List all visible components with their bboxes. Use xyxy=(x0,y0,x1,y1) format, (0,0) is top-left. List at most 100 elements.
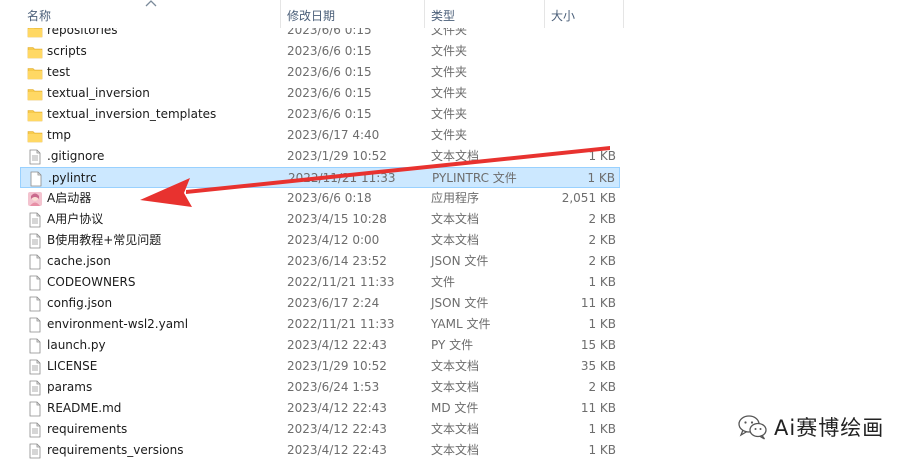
file-type: 文本文档 xyxy=(431,212,480,226)
file-name: LICENSE xyxy=(47,359,98,373)
file-type: YAML 文件 xyxy=(431,317,491,331)
text-file-icon xyxy=(27,359,43,375)
file-type: PY 文件 xyxy=(431,338,474,352)
file-size: 1 KB xyxy=(588,443,616,457)
text-file-icon xyxy=(27,233,43,249)
column-divider[interactable] xyxy=(424,0,425,28)
column-size-header[interactable]: 大小 xyxy=(551,0,575,28)
file-row[interactable]: LICENSE 2023/1/29 10:52 文本文档 35 KB xyxy=(20,356,620,377)
file-date: 2023/6/17 2:24 xyxy=(287,296,380,310)
file-size: 11 KB xyxy=(580,296,616,310)
column-date-header[interactable]: 修改日期 xyxy=(287,0,335,28)
file-type: JSON 文件 xyxy=(431,254,489,268)
file-type: PYLINTRC 文件 xyxy=(432,171,517,185)
file-size: 15 KB xyxy=(580,338,616,352)
file-row[interactable]: B使用教程+常见问题 2023/4/12 0:00 文本文档 2 KB xyxy=(20,230,620,251)
file-row[interactable]: params 2023/6/24 1:53 文本文档 2 KB xyxy=(20,377,620,398)
file-date: 2023/4/15 10:28 xyxy=(287,212,387,226)
app-icon xyxy=(27,191,43,207)
column-name-header[interactable]: 名称 xyxy=(27,0,51,28)
file-date: 2023/4/12 22:43 xyxy=(287,401,387,415)
file-name: requirements xyxy=(47,422,128,436)
file-size: 35 KB xyxy=(580,359,616,373)
file-icon xyxy=(27,275,43,291)
file-date: 2023/6/6 0:15 xyxy=(287,44,372,58)
file-row[interactable]: environment-wsl2.yaml 2022/11/21 11:33 YAM… xyxy=(20,314,620,335)
file-size: 2 KB xyxy=(588,212,616,226)
file-row[interactable]: launch.py 2023/4/12 22:43 PY 文件 15 KB xyxy=(20,335,620,356)
file-size: 1 KB xyxy=(588,275,616,289)
file-date: 2023/6/6 0:15 xyxy=(287,86,372,100)
file-date: 2023/6/14 23:52 xyxy=(287,254,387,268)
file-type: 文件夹 xyxy=(431,128,468,142)
file-icon xyxy=(27,317,43,333)
file-row[interactable]: A启动器 2023/6/6 0:18 应用程序 2,051 KB xyxy=(20,188,620,209)
column-header: 名称 修改日期 类型 大小 xyxy=(0,0,624,28)
file-row[interactable]: textual_inversion_templates 2023/6/6 0:15… xyxy=(20,104,620,125)
file-date: 2023/4/12 0:00 xyxy=(287,233,380,247)
file-date: 2023/4/12 22:43 xyxy=(287,422,387,436)
sort-ascending-icon xyxy=(145,0,157,7)
column-type-header[interactable]: 类型 xyxy=(431,0,455,28)
file-name: A用户协议 xyxy=(47,212,104,226)
column-divider[interactable] xyxy=(544,0,545,28)
file-type: 文本文档 xyxy=(431,443,480,457)
file-row[interactable]: test 2023/6/6 0:15 文件夹 xyxy=(20,62,620,83)
file-name: cache.json xyxy=(47,254,111,268)
file-row[interactable]: config.json 2023/6/17 2:24 JSON 文件 11 KB xyxy=(20,293,620,314)
file-type: 文本文档 xyxy=(431,422,480,436)
file-date: 2023/1/29 10:52 xyxy=(287,149,387,163)
file-name: .pylintrc xyxy=(48,171,97,185)
file-row[interactable]: textual_inversion 2023/6/6 0:15 文件夹 xyxy=(20,83,620,104)
text-file-icon xyxy=(27,422,43,438)
file-name: launch.py xyxy=(47,338,106,352)
column-divider[interactable] xyxy=(280,0,281,28)
folder-icon xyxy=(27,128,43,144)
file-date: 2023/6/6 0:18 xyxy=(287,191,372,205)
file-type: 文件 xyxy=(431,275,456,289)
file-name: params xyxy=(47,380,93,394)
file-row[interactable]: CODEOWNERS 2022/11/21 11:33 文件 1 KB xyxy=(20,272,620,293)
file-row[interactable]: scripts 2023/6/6 0:15 文件夹 xyxy=(20,41,620,62)
text-file-icon xyxy=(27,443,43,459)
file-type: 文本文档 xyxy=(431,149,480,163)
file-icon xyxy=(27,401,43,417)
file-row[interactable]: requirements_versions 2023/4/12 22:43 文本文档… xyxy=(20,440,620,461)
file-row[interactable]: tmp 2023/6/17 4:40 文件夹 xyxy=(20,125,620,146)
file-name: B使用教程+常见问题 xyxy=(47,233,162,247)
file-row[interactable]: README.md 2023/4/12 22:43 MD 文件 11 KB xyxy=(20,398,620,419)
file-row[interactable]: requirements 2023/4/12 22:43 文本文档 1 KB xyxy=(20,419,620,440)
file-size: 2 KB xyxy=(588,254,616,268)
folder-icon xyxy=(27,65,43,81)
file-type: JSON 文件 xyxy=(431,296,489,310)
file-date: 2022/11/21 11:33 xyxy=(288,171,396,185)
file-type: 文本文档 xyxy=(431,233,480,247)
file-row[interactable]: cache.json 2023/6/14 23:52 JSON 文件 2 KB xyxy=(20,251,620,272)
file-date: 2023/1/29 10:52 xyxy=(287,359,387,373)
file-name: README.md xyxy=(47,401,122,415)
watermark-text: Ai赛博绘画 xyxy=(774,416,885,440)
file-name: test xyxy=(47,65,71,79)
file-type: 文本文档 xyxy=(431,380,480,394)
file-name: environment-wsl2.yaml xyxy=(47,317,189,331)
file-date: 2023/6/6 0:15 xyxy=(287,107,372,121)
file-date: 2022/11/21 11:33 xyxy=(287,275,395,289)
file-name: A启动器 xyxy=(47,191,92,205)
file-icon xyxy=(27,254,43,270)
file-type: 文件夹 xyxy=(431,65,468,79)
text-file-icon xyxy=(27,212,43,228)
file-type: 文本文档 xyxy=(431,359,480,373)
text-file-icon xyxy=(27,149,43,165)
file-name: CODEOWNERS xyxy=(47,275,136,289)
file-row[interactable]: A用户协议 2023/4/15 10:28 文本文档 2 KB xyxy=(20,209,620,230)
watermark: Ai赛博绘画 xyxy=(738,412,884,442)
file-row[interactable]: .pylintrc 2022/11/21 11:33 PYLINTRC 文件 1 KB xyxy=(20,167,620,188)
file-name: scripts xyxy=(47,44,87,58)
file-row[interactable]: .gitignore 2023/1/29 10:52 文本文档 1 KB xyxy=(20,146,620,167)
folder-icon xyxy=(27,107,43,123)
file-icon xyxy=(27,296,43,312)
file-type: 文件夹 xyxy=(431,107,468,121)
column-divider[interactable] xyxy=(623,0,624,28)
file-name: tmp xyxy=(47,128,72,142)
file-date: 2023/6/17 4:40 xyxy=(287,128,380,142)
